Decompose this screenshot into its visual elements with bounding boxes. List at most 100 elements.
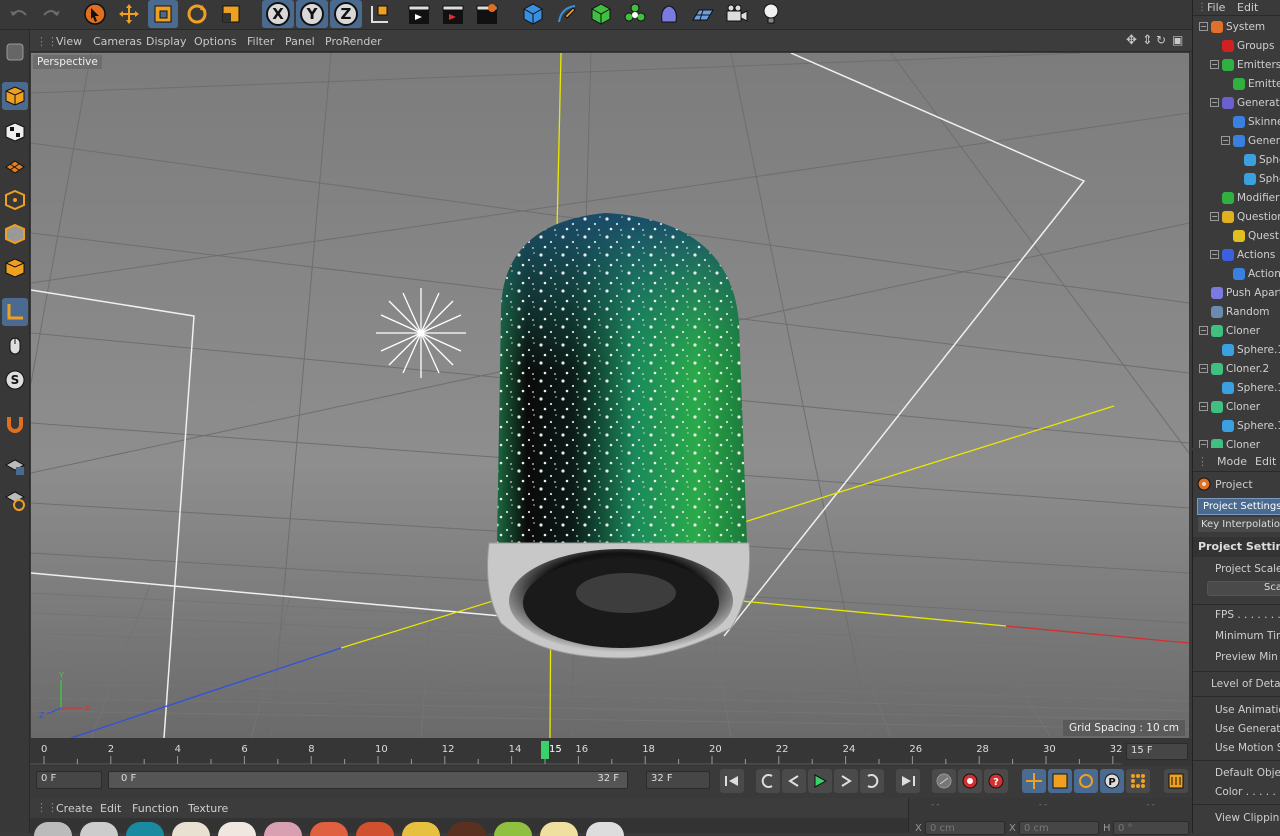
fps-label[interactable]: FPS . . . . . . . . <box>1215 609 1280 621</box>
object-menu-edit[interactable]: Edit <box>1237 1 1258 14</box>
expand-toggle-icon[interactable]: − <box>1199 440 1208 448</box>
timeline-window-icon[interactable] <box>1164 769 1188 793</box>
attribute-menu-edit[interactable]: Edit <box>1255 455 1276 468</box>
playhead-marker[interactable] <box>541 741 549 759</box>
go-to-end-icon[interactable] <box>896 769 920 793</box>
previous-key-icon[interactable] <box>756 769 780 793</box>
deformer-icon[interactable] <box>654 0 684 28</box>
move-tool-icon[interactable] <box>114 0 144 28</box>
render-settings-icon[interactable] <box>472 0 502 28</box>
menu-filter[interactable]: Filter <box>247 35 274 48</box>
menu-panel[interactable]: Panel <box>285 35 315 48</box>
object-row[interactable]: − Questions <box>1193 208 1280 227</box>
y-axis-lock-icon[interactable]: Y <box>296 0 328 28</box>
object-row[interactable]: Question <box>1193 227 1280 246</box>
object-row[interactable]: − Cloner.2 <box>1193 360 1280 379</box>
object-row[interactable]: Sphere <box>1193 151 1280 170</box>
expand-toggle-icon[interactable]: − <box>1199 364 1208 373</box>
material-menu-edit[interactable]: Edit <box>100 802 121 815</box>
menu-view[interactable]: View <box>56 35 82 48</box>
menu-prorender[interactable]: ProRender <box>325 35 382 48</box>
object-row[interactable]: Groups <box>1193 37 1280 56</box>
start-frame-field[interactable]: 0 F <box>36 771 102 789</box>
texture-mode-icon[interactable] <box>2 118 28 146</box>
redo-icon[interactable] <box>36 0 66 28</box>
menu-options[interactable]: Options <box>194 35 236 48</box>
material-swatch[interactable] <box>172 822 210 836</box>
camera-icon[interactable] <box>722 0 752 28</box>
object-row[interactable]: Sphere.1 <box>1193 417 1280 436</box>
lock-workplane-icon[interactable] <box>2 452 28 480</box>
object-row[interactable]: − System <box>1193 18 1280 37</box>
object-row[interactable]: − Emitters <box>1193 56 1280 75</box>
object-row[interactable]: Sphere <box>1193 170 1280 189</box>
select-tool-icon[interactable] <box>80 0 110 28</box>
object-row[interactable]: Modifiers <box>1193 189 1280 208</box>
material-swatch[interactable] <box>540 822 578 836</box>
autokeying-icon[interactable] <box>958 769 982 793</box>
pen-spline-icon[interactable] <box>552 0 582 28</box>
material-swatch[interactable] <box>264 822 302 836</box>
level-of-detail-label[interactable]: Level of Detail <box>1211 678 1280 690</box>
view-clipping-label[interactable]: View Clipping <box>1215 812 1280 824</box>
object-row[interactable]: − Generator <box>1193 132 1280 151</box>
timeline-ruler[interactable]: 15 F 0 2 4 6 8 10 12 14 15 16 18 20 22 24 26 28 30 32 <box>30 738 1192 766</box>
3d-viewport[interactable]: Y X Z Perspective Grid Spacing : 10 cm <box>31 53 1189 738</box>
cube-primitive-icon[interactable] <box>518 0 548 28</box>
subdivision-surface-icon[interactable] <box>586 0 616 28</box>
cloner-icon[interactable] <box>620 0 650 28</box>
object-menu-file[interactable]: File <box>1207 1 1225 14</box>
magnet-icon[interactable] <box>2 410 28 438</box>
use-generators-label[interactable]: Use Generato <box>1215 723 1280 735</box>
expand-toggle-icon[interactable]: − <box>1199 326 1208 335</box>
snap-icon[interactable]: S <box>2 366 28 394</box>
keyframe-selection-icon[interactable]: ? <box>984 769 1008 793</box>
expand-toggle-icon[interactable]: − <box>1210 98 1219 107</box>
next-frame-icon[interactable] <box>834 769 858 793</box>
expand-toggle-icon[interactable]: − <box>1210 212 1219 221</box>
material-swatch[interactable] <box>34 822 72 836</box>
last-tool-icon[interactable] <box>216 0 246 28</box>
material-menu-create[interactable]: Create <box>56 802 93 815</box>
expand-toggle-icon[interactable]: − <box>1221 136 1230 145</box>
tab-project-settings[interactable]: Project Settings <box>1197 498 1280 515</box>
key-position-icon[interactable] <box>1022 769 1046 793</box>
key-rotation-icon[interactable] <box>1074 769 1098 793</box>
scale-tool-icon[interactable] <box>148 0 178 28</box>
material-swatch[interactable] <box>448 822 486 836</box>
use-motion-system-label[interactable]: Use Motion Sy <box>1215 742 1280 754</box>
x-axis-lock-icon[interactable]: X <box>262 0 294 28</box>
attribute-menu-mode[interactable]: Mode <box>1217 455 1247 468</box>
rotate-tool-icon[interactable] <box>182 0 212 28</box>
coordinate-system-icon[interactable] <box>364 0 394 28</box>
object-row[interactable]: Push Apart <box>1193 284 1280 303</box>
object-row[interactable]: Skinner <box>1193 113 1280 132</box>
render-picture-viewer-icon[interactable] <box>438 0 468 28</box>
object-row[interactable]: Action <box>1193 265 1280 284</box>
viewport-maximize-icon[interactable]: ▣ <box>1172 33 1183 47</box>
menu-display[interactable]: Display <box>146 35 187 48</box>
object-row[interactable]: − Cloner <box>1193 398 1280 417</box>
floor-icon[interactable] <box>688 0 718 28</box>
record-keys-icon[interactable] <box>932 769 956 793</box>
go-to-start-icon[interactable] <box>720 769 744 793</box>
viewport-rotate-icon[interactable]: ↻ <box>1156 33 1166 47</box>
points-mode-icon[interactable] <box>2 186 28 214</box>
polygons-mode-icon[interactable] <box>2 254 28 282</box>
viewport-zoom-icon[interactable]: ⇕ <box>1142 33 1153 48</box>
material-swatch[interactable] <box>402 822 440 836</box>
scale-project-button[interactable]: Sca <box>1207 581 1280 596</box>
make-editable-icon[interactable] <box>2 38 28 66</box>
material-swatch[interactable] <box>218 822 256 836</box>
next-key-icon[interactable] <box>860 769 884 793</box>
end-frame-field[interactable]: 32 F <box>646 771 710 789</box>
workplane-orient-icon[interactable] <box>2 486 28 514</box>
material-swatch[interactable] <box>310 822 348 836</box>
light-icon[interactable] <box>756 0 786 28</box>
camera-label[interactable]: Perspective <box>33 55 102 69</box>
material-swatch[interactable] <box>80 822 118 836</box>
preview-min-time-label[interactable]: Preview Min T <box>1215 651 1280 663</box>
color-label[interactable]: Color . . . . . . <box>1215 786 1280 798</box>
timeline-end-field[interactable]: 15 F <box>1126 743 1188 760</box>
z-axis-lock-icon[interactable]: Z <box>330 0 362 28</box>
